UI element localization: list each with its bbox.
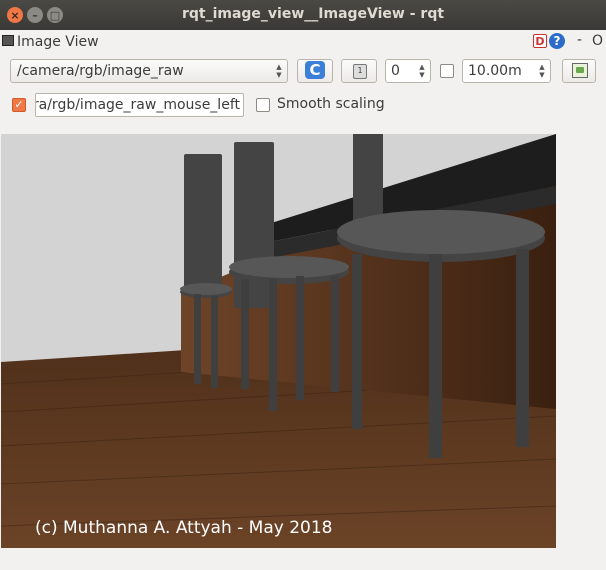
rotate-button[interactable]: 1 [341, 59, 377, 83]
topic-combobox-value: /camera/rgb/image_raw [17, 63, 184, 79]
save-image-icon [572, 63, 588, 78]
publish-topic-value: /camera/rgb/image_raw_mouse_left [36, 97, 240, 113]
dock-minimize-button[interactable]: - [577, 32, 582, 48]
refresh-topics-button[interactable]: C [297, 59, 333, 83]
help-icon[interactable]: ? [549, 33, 565, 49]
max-fps-spinbox[interactable]: 10.00m ▲ ▼ [462, 59, 551, 83]
dock-titlebar: Image View D ? - O [0, 30, 606, 54]
publish-click-checkbox[interactable]: ✓ [12, 98, 26, 112]
max-fps-checkbox[interactable] [440, 64, 454, 78]
window-title: rqt_image_view__ImageView - rqt [181, 6, 445, 22]
image-toolbar: /camera/rgb/image_raw ▲ ▼ C 1 0 ▲ ▼ 10.00m… [0, 58, 606, 86]
dock-title: Image View [17, 34, 99, 50]
spin-arrows-icon: ▲ ▼ [539, 63, 545, 79]
dock-close-button[interactable]: O [592, 33, 603, 49]
save-image-button[interactable] [562, 59, 596, 83]
rotation-spinbox[interactable]: 0 ▲ ▼ [385, 59, 431, 83]
rotation-value: 0 [391, 63, 400, 79]
image-viewport[interactable]: (c) Muthanna A. Attyah - May 2018 [1, 134, 556, 548]
window-titlebar: × – □ rqt_image_view__ImageView - rqt [0, 0, 606, 30]
image-caption: (c) Muthanna A. Attyah - May 2018 [35, 518, 333, 538]
spin-arrows-icon: ▲ ▼ [419, 63, 425, 79]
rotate-icon: 1 [353, 64, 367, 79]
combo-arrows-icon: ▲ ▼ [276, 63, 282, 79]
smooth-scaling-label: Smooth scaling [277, 96, 385, 112]
smooth-scaling-checkbox[interactable] [256, 98, 270, 112]
max-fps-value: 10.00m [468, 63, 522, 79]
topic-combobox[interactable]: /camera/rgb/image_raw ▲ ▼ [10, 59, 288, 83]
dock-window-icon [2, 35, 14, 46]
publish-topic-input[interactable]: /camera/rgb/image_raw_mouse_left [35, 93, 244, 117]
dock-d-button[interactable]: D [533, 34, 547, 48]
publish-toolbar: ✓ /camera/rgb/image_raw_mouse_left Smoot… [0, 92, 606, 120]
camera-image: (c) Muthanna A. Attyah - May 2018 [1, 134, 556, 548]
refresh-icon: C [305, 61, 325, 79]
